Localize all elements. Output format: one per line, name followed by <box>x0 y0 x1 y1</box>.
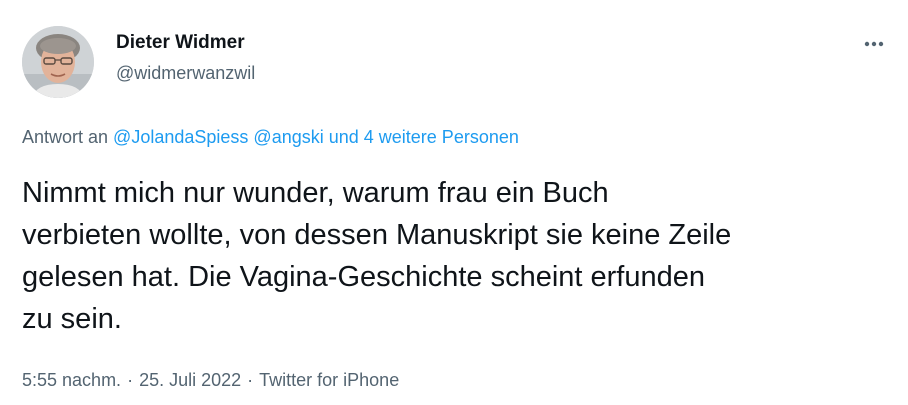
tweet-date-link[interactable]: 25. Juli 2022 <box>139 370 241 390</box>
meta-separator: · <box>247 370 254 390</box>
meta-separator: · <box>127 370 134 390</box>
more-recipients-link[interactable]: und 4 weitere Personen <box>324 127 519 147</box>
tweet-metadata: 5:55 nachm. · 25. Juli 2022 · Twitter for iP… <box>22 370 399 391</box>
reply-context: Antwort an @JolandaSpiess @angski und 4 … <box>22 127 519 148</box>
avatar[interactable] <box>22 26 94 98</box>
avatar-photo-icon <box>22 26 94 98</box>
reply-prefix: Antwort an <box>22 127 114 147</box>
tweet-source-link[interactable]: Twitter for iPhone <box>259 370 399 390</box>
tweet-text-line: gelesen hat. Die Vagina-Geschichte schei… <box>22 261 706 293</box>
tweet-text: Nimmt mich nur wunder, warum frau ein Bu… <box>22 172 882 340</box>
more-options-button[interactable] <box>858 32 890 56</box>
tweet-text-line: Nimmt mich nur wunder, warum frau ein Bu… <box>22 177 609 209</box>
more-horizontal-icon <box>864 41 884 47</box>
tweet: Dieter Widmer @widmerwanzwil Antwort an … <box>0 0 908 405</box>
author-name[interactable]: Dieter Widmer <box>116 32 245 54</box>
mention-link-angski[interactable]: @angski <box>253 127 323 147</box>
tweet-text-line: zu sein. <box>22 303 122 335</box>
tweet-time-link[interactable]: 5:55 nachm. <box>22 370 121 390</box>
author-handle[interactable]: @widmerwanzwil <box>116 63 255 84</box>
mention-link-jolandaspiess[interactable]: @JolandaSpiess <box>113 127 248 147</box>
tweet-text-line: verbieten wollte, von dessen Manuskript … <box>22 219 732 251</box>
